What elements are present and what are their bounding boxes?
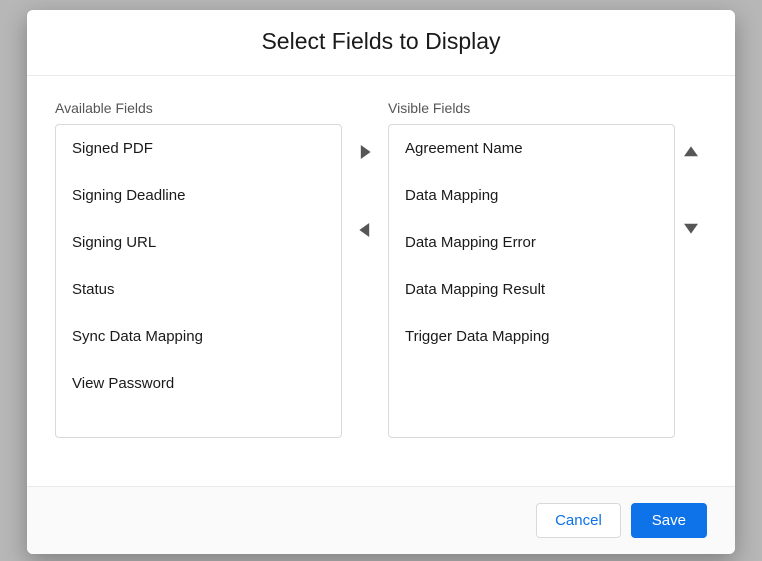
dual-list-picker: Available Fields Signed PDFSigning Deadl… [55, 100, 707, 438]
dialog-title: Select Fields to Display [261, 28, 500, 54]
visible-fields-label: Visible Fields [388, 100, 675, 116]
available-item[interactable]: Signed PDF [56, 125, 341, 172]
visible-fields-listbox[interactable]: Agreement NameData MappingData Mapping E… [388, 124, 675, 438]
select-fields-dialog: Select Fields to Display Available Field… [27, 10, 735, 554]
available-fields-label: Available Fields [55, 100, 342, 116]
cancel-button[interactable]: Cancel [536, 503, 621, 538]
dialog-header: Select Fields to Display [27, 10, 735, 76]
chevron-up-icon [684, 145, 698, 159]
save-button[interactable]: Save [631, 503, 707, 538]
available-item[interactable]: Sync Data Mapping [56, 313, 341, 360]
move-left-button[interactable] [351, 216, 379, 244]
dialog-footer: Cancel Save [27, 486, 735, 554]
available-item[interactable]: Signing URL [56, 219, 341, 266]
chevron-left-icon [358, 223, 372, 237]
visible-item[interactable]: Data Mapping Result [389, 266, 674, 313]
available-column: Available Fields Signed PDFSigning Deadl… [55, 100, 342, 438]
modal-backdrop: Select Fields to Display Available Field… [0, 0, 762, 561]
reorder-controls [675, 100, 707, 242]
available-fields-listbox[interactable]: Signed PDFSigning DeadlineSigning URLSta… [55, 124, 342, 438]
move-right-button[interactable] [351, 138, 379, 166]
chevron-down-icon [684, 221, 698, 235]
available-item[interactable]: Status [56, 266, 341, 313]
dialog-body: Available Fields Signed PDFSigning Deadl… [27, 76, 735, 486]
visible-item[interactable]: Data Mapping Error [389, 219, 674, 266]
visible-item[interactable]: Trigger Data Mapping [389, 313, 674, 360]
visible-item[interactable]: Agreement Name [389, 125, 674, 172]
visible-column: Visible Fields Agreement NameData Mappin… [388, 100, 675, 438]
chevron-right-icon [358, 145, 372, 159]
available-item[interactable]: View Password [56, 360, 341, 407]
available-item[interactable]: Signing Deadline [56, 172, 341, 219]
move-controls [342, 100, 388, 244]
visible-item[interactable]: Data Mapping [389, 172, 674, 219]
move-down-button[interactable] [677, 214, 705, 242]
move-up-button[interactable] [677, 138, 705, 166]
